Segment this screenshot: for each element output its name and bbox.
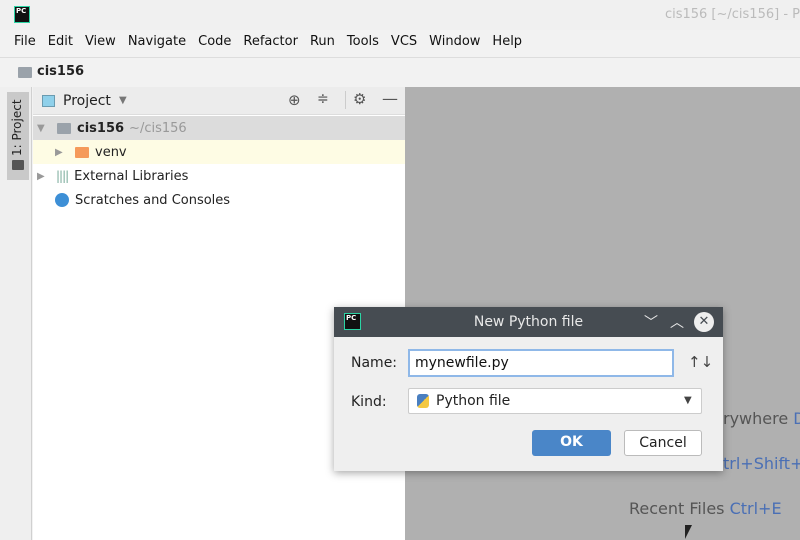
close-icon[interactable]: ✕: [694, 312, 714, 332]
new-python-file-dialog: PC New Python file ﹀ ︿ ✕ Name: ↑↓ Kind: …: [334, 307, 723, 471]
sort-icon[interactable]: ↑↓: [688, 353, 713, 371]
folder-icon: [18, 67, 32, 78]
python-file-icon: [417, 394, 429, 408]
kind-value: Python file: [436, 393, 511, 409]
name-input[interactable]: [408, 349, 674, 377]
menu-view[interactable]: View: [79, 32, 122, 54]
tree-item-scratches[interactable]: Scratches and Consoles: [33, 188, 405, 212]
menu-code[interactable]: Code: [192, 32, 237, 54]
chevron-down-icon[interactable]: ▼: [119, 95, 127, 106]
tree-item-label: venv: [95, 144, 127, 160]
kind-select[interactable]: Python file ▼: [408, 388, 702, 414]
menu-refactor[interactable]: Refactor: [237, 32, 304, 54]
search-everywhere-hint: rywhere D: [723, 409, 800, 428]
maximize-window-icon[interactable]: ︿: [670, 312, 684, 332]
cancel-button[interactable]: Cancel: [624, 430, 702, 456]
menu-navigate[interactable]: Navigate: [122, 32, 192, 54]
ok-button[interactable]: OK: [532, 430, 611, 456]
tree-item-venv[interactable]: ▶ venv: [33, 140, 405, 164]
tree-item-root[interactable]: ▼ cis156 ~/cis156: [33, 116, 405, 140]
folder-icon: [75, 146, 89, 158]
scratches-icon: [55, 193, 69, 207]
tree-item-label: Scratches and Consoles: [75, 192, 231, 208]
menu-window[interactable]: Window: [423, 32, 486, 54]
pycharm-logo-icon: PC: [14, 6, 30, 23]
menu-file[interactable]: File: [8, 32, 42, 54]
tree-item-external-libraries[interactable]: ▶ |||| External Libraries: [33, 164, 405, 188]
folder-icon: [57, 122, 71, 134]
minimize-window-icon[interactable]: ﹀: [644, 312, 658, 332]
dialog-title-bar[interactable]: PC New Python file ﹀ ︿ ✕: [334, 307, 723, 337]
divider: [345, 91, 346, 109]
menu-edit[interactable]: Edit: [42, 32, 79, 54]
recent-files-hint: Recent Files Ctrl+E: [629, 499, 782, 518]
collapsed-arrow-icon[interactable]: ▶: [55, 147, 69, 158]
mouse-cursor-icon: [685, 525, 692, 539]
menu-help[interactable]: Help: [486, 32, 528, 54]
dialog-title: New Python file: [473, 314, 584, 330]
library-icon: ||||: [56, 169, 69, 183]
expanded-arrow-icon[interactable]: ▼: [37, 123, 51, 134]
minimize-icon[interactable]: —: [382, 89, 398, 108]
tree-item-label: cis156: [77, 120, 125, 136]
project-view-title[interactable]: Project: [63, 93, 111, 109]
breadcrumb: cis156: [0, 57, 800, 86]
gear-icon[interactable]: ⚙: [353, 90, 366, 108]
collapsed-arrow-icon[interactable]: ▶: [37, 171, 51, 182]
locate-icon[interactable]: ⊕: [288, 91, 301, 109]
project-tool-tab-label: 1: Project: [10, 99, 24, 156]
breadcrumb-project[interactable]: cis156: [37, 64, 84, 79]
menu-run[interactable]: Run: [304, 32, 341, 54]
project-view-icon: [42, 95, 55, 107]
menu-vcs[interactable]: VCS: [385, 32, 423, 54]
tree-item-path: ~/cis156: [129, 120, 187, 136]
collapse-all-icon[interactable]: ≑: [317, 91, 329, 107]
project-panel-header: Project ▼ ⊕ ≑ ⚙ —: [33, 87, 405, 115]
folder-icon: [12, 160, 24, 170]
menu-tools[interactable]: Tools: [341, 32, 385, 54]
title-bar: PC cis156 [~/cis156] - P: [0, 0, 800, 30]
name-label: Name:: [351, 355, 398, 371]
shortcut-hint: trl+Shift+: [723, 454, 800, 473]
menu-bar: File Edit View Navigate Code Refactor Ru…: [0, 32, 528, 54]
kind-label: Kind:: [351, 394, 387, 410]
chevron-down-icon: ▼: [684, 395, 692, 406]
window-title: cis156 [~/cis156] - P: [664, 7, 800, 22]
tree-item-label: External Libraries: [74, 168, 189, 184]
